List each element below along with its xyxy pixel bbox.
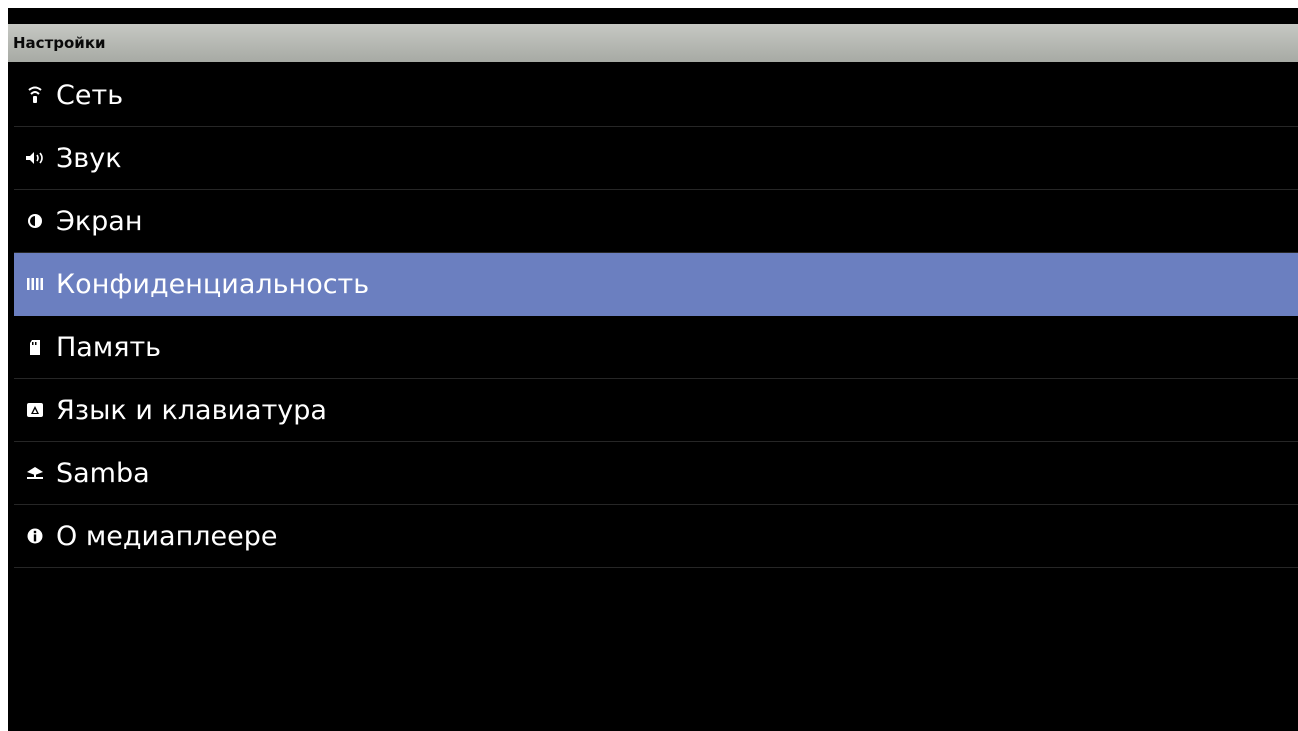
wifi-icon	[24, 84, 46, 106]
menu-item-sound[interactable]: Звук	[14, 127, 1298, 190]
menu-item-storage[interactable]: Память	[14, 316, 1298, 379]
menu-item-label: Samba	[56, 457, 150, 489]
storage-icon	[24, 336, 46, 358]
menu-item-label: Экран	[56, 205, 143, 237]
page-title: Настройки	[8, 24, 1298, 62]
menu-item-label: О медиаплеере	[56, 520, 278, 552]
menu-item-label: Сеть	[56, 79, 124, 111]
menu-item-display[interactable]: Экран	[14, 190, 1298, 253]
menu-item-label: Память	[56, 331, 162, 363]
settings-menu: Сеть Звук Экран Конфиденциальность Памят…	[14, 64, 1298, 568]
menu-item-label: Язык и клавиатура	[56, 394, 327, 426]
network-share-icon	[24, 462, 46, 484]
menu-item-label: Звук	[56, 142, 122, 174]
menu-item-privacy[interactable]: Конфиденциальность	[14, 253, 1298, 316]
menu-item-language-keyboard[interactable]: Язык и клавиатура	[14, 379, 1298, 442]
privacy-icon	[24, 273, 46, 295]
menu-item-about[interactable]: О медиаплеере	[14, 505, 1298, 568]
info-icon	[24, 525, 46, 547]
menu-item-samba[interactable]: Samba	[14, 442, 1298, 505]
brightness-icon	[24, 210, 46, 232]
menu-item-label: Конфиденциальность	[56, 268, 370, 300]
settings-screen: Настройки Сеть Звук Экран Конфиденциальн…	[8, 8, 1298, 731]
menu-item-network[interactable]: Сеть	[14, 64, 1298, 127]
speaker-icon	[24, 147, 46, 169]
keyboard-icon	[24, 399, 46, 421]
